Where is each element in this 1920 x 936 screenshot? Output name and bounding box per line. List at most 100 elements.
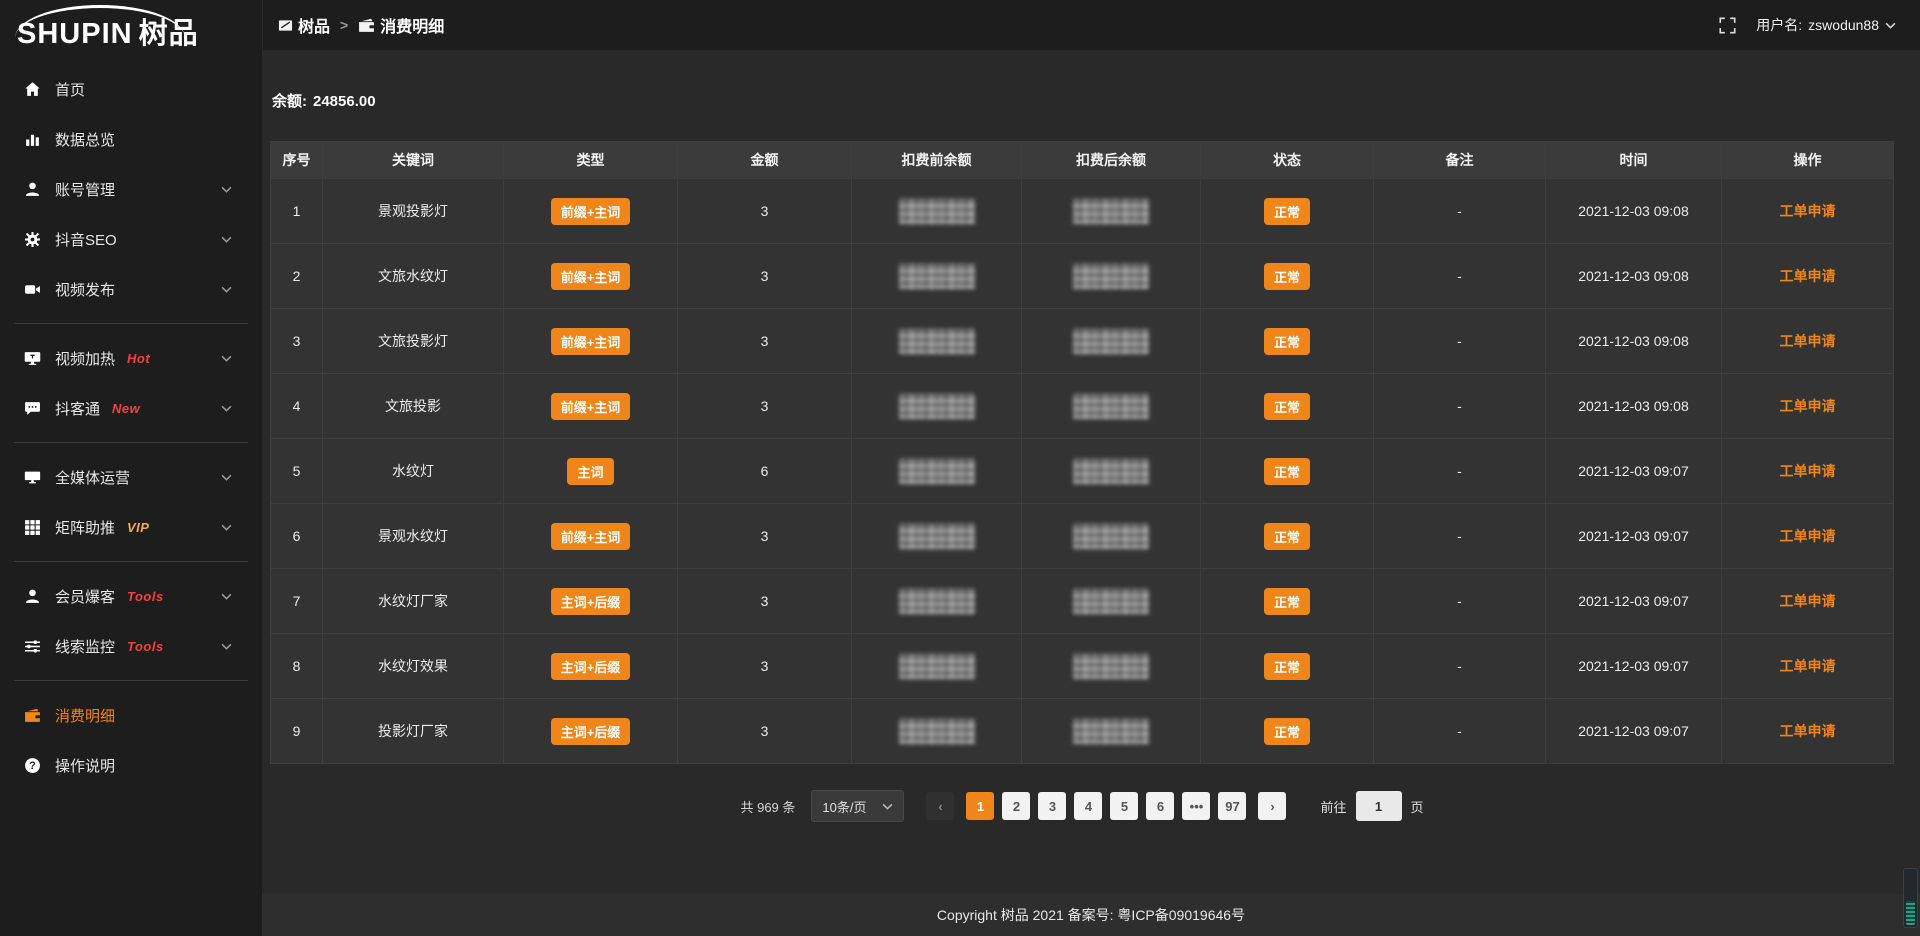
- gear-icon: [24, 230, 42, 248]
- cell-type: 前缀+主词: [504, 309, 678, 374]
- wallet-icon: [358, 17, 375, 34]
- page-button-2[interactable]: 2: [1002, 792, 1030, 820]
- pagination-total: 共 969 条: [740, 797, 795, 816]
- sidebar-badge-hot: Hot: [127, 351, 150, 366]
- sidebar-item-account-manage[interactable]: 账号管理: [0, 164, 262, 214]
- sidebar-item-label: 首页: [55, 79, 85, 100]
- cell-action: 工单申请: [1722, 309, 1894, 374]
- user-menu[interactable]: 用户名: zswodun88: [1756, 15, 1896, 35]
- cell-balance-before: [852, 439, 1022, 504]
- work-order-link[interactable]: 工单申请: [1780, 721, 1836, 741]
- sidebar-nav: 首页数据总览账号管理抖音SEO视频发布视频加热Hot抖客通New全媒体运营矩阵助…: [0, 52, 262, 790]
- page-size-value: 10条/页: [822, 797, 866, 816]
- page-ellipsis-button[interactable]: •••: [1182, 792, 1210, 820]
- cell-time: 2021-12-03 09:07: [1546, 699, 1722, 764]
- col-header-7: 备注: [1374, 141, 1546, 179]
- cell-keyword: 文旅水纹灯: [323, 244, 504, 309]
- footer: Copyright 树品 2021 备案号: 粤ICP备09019646号: [262, 894, 1920, 936]
- sidebar-item-label: 账号管理: [55, 179, 115, 200]
- cell-status: 正常: [1201, 569, 1374, 634]
- fullscreen-icon[interactable]: [1719, 17, 1736, 34]
- sidebar-item-consume-detail[interactable]: 消费明细: [0, 690, 262, 740]
- sidebar-item-matrix-boost[interactable]: 矩阵助推VIP: [0, 502, 262, 552]
- chevron-down-icon: [221, 593, 232, 600]
- page-button-6[interactable]: 6: [1146, 792, 1174, 820]
- cell-remark: -: [1374, 504, 1546, 569]
- page-button-1[interactable]: 1: [966, 792, 994, 820]
- cell-time: 2021-12-03 09:08: [1546, 244, 1722, 309]
- sidebar-item-label: 抖客通: [55, 398, 100, 419]
- cell-balance-after: [1022, 309, 1201, 374]
- cell-balance-after: [1022, 374, 1201, 439]
- col-header-2: 类型: [504, 141, 678, 179]
- work-order-link[interactable]: 工单申请: [1780, 526, 1836, 546]
- cell-keyword: 水纹灯: [323, 439, 504, 504]
- redacted-balance-after: [1073, 654, 1149, 679]
- page-button-5[interactable]: 5: [1110, 792, 1138, 820]
- sidebar-item-video-heating[interactable]: 视频加热Hot: [0, 333, 262, 383]
- breadcrumb-item-0[interactable]: 树品: [278, 13, 330, 37]
- sidebar-item-home[interactable]: 首页: [0, 64, 262, 114]
- app-logo[interactable]: SHUPIN树品: [0, 0, 262, 52]
- cell-action: 工单申请: [1722, 179, 1894, 244]
- sidebar-item-media-operation[interactable]: 全媒体运营: [0, 452, 262, 502]
- cell-amount: 3: [678, 309, 852, 374]
- sidebar-item-data-overview[interactable]: 数据总览: [0, 114, 262, 164]
- sidebar-item-label: 视频发布: [55, 279, 115, 300]
- goto-page-input[interactable]: [1356, 791, 1402, 821]
- type-badge: 前缀+主词: [551, 328, 631, 355]
- balance: 余额: 24856.00: [272, 90, 1920, 111]
- table-row: 8水纹灯效果主词+后缀3正常-2021-12-03 09:07工单申请: [270, 634, 1894, 699]
- cell-action: 工单申请: [1722, 244, 1894, 309]
- balance-label: 余额:: [272, 93, 307, 110]
- redacted-balance-before: [899, 719, 975, 744]
- work-order-link[interactable]: 工单申请: [1780, 591, 1836, 611]
- sidebar-item-label: 矩阵助推: [55, 517, 115, 538]
- page-button-97[interactable]: 97: [1218, 792, 1246, 820]
- work-order-link[interactable]: 工单申请: [1780, 331, 1836, 351]
- cell-action: 工单申请: [1722, 699, 1894, 764]
- type-badge: 主词: [567, 458, 613, 485]
- balance-value: 24856.00: [313, 93, 376, 110]
- chevron-down-icon: [221, 524, 232, 531]
- cell-index: 5: [270, 439, 323, 504]
- cell-type: 主词+后缀: [504, 569, 678, 634]
- sidebar-item-label: 会员爆客: [55, 586, 115, 607]
- status-badge: 正常: [1264, 393, 1310, 420]
- cell-remark: -: [1374, 699, 1546, 764]
- sidebar-item-operation-guide[interactable]: ?操作说明: [0, 740, 262, 790]
- cell-balance-after: [1022, 699, 1201, 764]
- work-order-link[interactable]: 工单申请: [1780, 656, 1836, 676]
- sidebar-divider: [14, 680, 248, 681]
- work-order-link[interactable]: 工单申请: [1780, 266, 1836, 286]
- sidebar-item-video-publish[interactable]: 视频发布: [0, 264, 262, 314]
- breadcrumb-item-1[interactable]: 消费明细: [358, 13, 444, 37]
- sidebar-item-clue-monitor[interactable]: 线索监控Tools: [0, 621, 262, 671]
- page-size-select[interactable]: 10条/页: [811, 790, 904, 822]
- cell-remark: -: [1374, 634, 1546, 699]
- next-page-button[interactable]: ›: [1258, 792, 1286, 820]
- sidebar-item-douyin-seo[interactable]: 抖音SEO: [0, 214, 262, 264]
- topbar: 树品>消费明细 用户名: zswodun88: [262, 0, 1920, 50]
- sidebar-item-douketong[interactable]: 抖客通New: [0, 383, 262, 433]
- col-header-1: 关键词: [323, 141, 504, 179]
- cell-balance-before: [852, 374, 1022, 439]
- redacted-balance-before: [899, 654, 975, 679]
- goto-label: 前往: [1320, 797, 1346, 816]
- work-order-link[interactable]: 工单申请: [1780, 396, 1836, 416]
- cell-index: 4: [270, 374, 323, 439]
- sidebar-divider: [14, 323, 248, 324]
- cell-keyword: 水纹灯厂家: [323, 569, 504, 634]
- prev-page-button[interactable]: ‹: [926, 792, 954, 820]
- page-button-4[interactable]: 4: [1074, 792, 1102, 820]
- page-button-3[interactable]: 3: [1038, 792, 1066, 820]
- cell-time: 2021-12-03 09:07: [1546, 569, 1722, 634]
- corner-scroll-widget[interactable]: [1903, 868, 1918, 928]
- work-order-link[interactable]: 工单申请: [1780, 201, 1836, 221]
- sidebar-item-member-burst[interactable]: 会员爆客Tools: [0, 571, 262, 621]
- type-badge: 主词+后缀: [551, 588, 631, 615]
- cell-status: 正常: [1201, 179, 1374, 244]
- work-order-link[interactable]: 工单申请: [1780, 461, 1836, 481]
- svg-text:?: ?: [29, 760, 35, 772]
- table-header-row: 序号关键词类型金额扣费前余额扣费后余额状态备注时间操作: [270, 141, 1894, 179]
